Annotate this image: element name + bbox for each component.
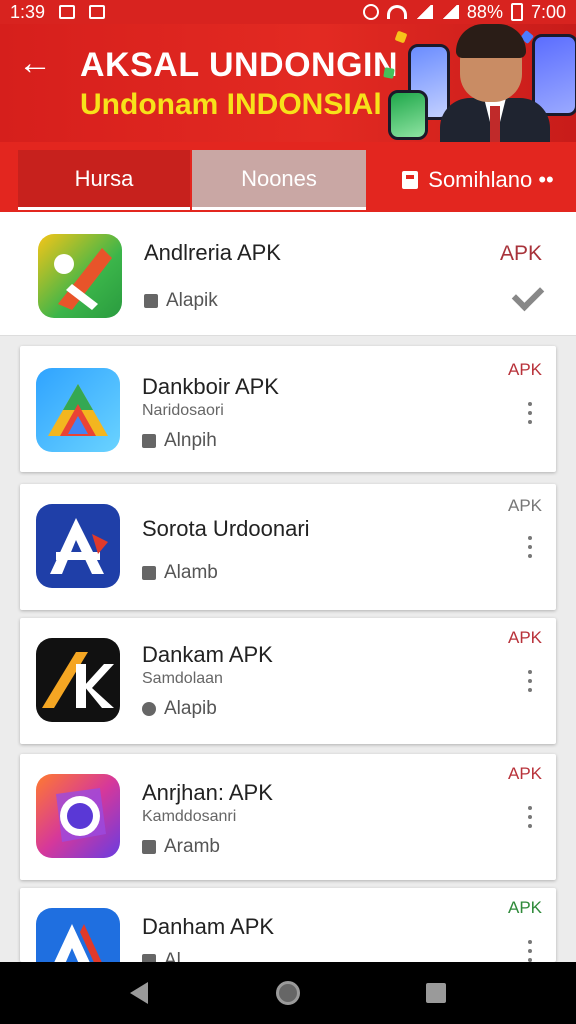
app-name: Sorota Urdoonari [142, 516, 310, 541]
wifi-icon [386, 5, 407, 19]
person-hair [456, 24, 526, 58]
developer-icon [144, 294, 158, 308]
apk-badge: APK [508, 496, 543, 515]
message-notification-icon [89, 5, 106, 19]
apk-badge: APK [500, 242, 543, 265]
tab-noones[interactable]: Noones [192, 150, 366, 210]
folder-icon [142, 840, 156, 854]
app-meta: Alnpih [142, 430, 217, 452]
developer-icon [142, 702, 156, 716]
tab-label: Noones [241, 165, 317, 191]
app-name: Dankam APK [142, 642, 273, 667]
more-options-icon[interactable] [527, 670, 533, 692]
status-clock-right: 7:00 [530, 1, 566, 22]
app-meta-label: Alamb [164, 562, 218, 583]
more-options-icon[interactable] [527, 536, 533, 558]
app-icon [36, 774, 120, 858]
tab-label: Hursa [74, 165, 134, 191]
app-meta-label: Alapib [164, 698, 217, 719]
apk-badge: APK [508, 628, 543, 647]
battery-percent: 88% [466, 1, 503, 22]
app-meta-label: Alapik [166, 290, 218, 311]
more-options-icon[interactable] [527, 940, 533, 962]
app-list-item[interactable]: Andlreria APK Alapik APK [0, 212, 576, 336]
nav-back-icon[interactable] [130, 982, 148, 1004]
signal-icon-2 [440, 5, 459, 19]
app-meta-label: Al [164, 950, 181, 962]
phone-illustration [388, 90, 428, 140]
confetti-icon [383, 67, 395, 79]
confetti-icon [394, 30, 408, 44]
signal-icon [414, 5, 433, 19]
more-options-icon[interactable] [527, 806, 533, 828]
app-subtitle: Samdolaan [142, 670, 223, 687]
gallery-notification-icon [59, 5, 76, 19]
app-meta: Alamb [142, 562, 218, 584]
app-list-item[interactable]: Dankboir APK Naridosaori Alnpih APK [20, 346, 556, 472]
app-meta: Aramb [142, 836, 220, 858]
app-list-item[interactable]: Anrjhan: APK Kamddosanri Aramb APK [20, 754, 556, 880]
app-meta-label: Aramb [164, 836, 220, 857]
header-banner: ← AKSAL UNDONGIN Undonam INDONSIAl [0, 24, 576, 142]
developer-icon [142, 954, 156, 962]
apk-badge: APK [508, 898, 543, 917]
tab-bar: Hursa Noones Somihlano •• [0, 142, 576, 212]
status-time: 1:39 [10, 1, 46, 22]
app-icon [36, 638, 120, 722]
app-name: Andlreria APK [144, 240, 281, 265]
app-meta: Alapik [144, 290, 218, 312]
system-nav-bar [0, 962, 576, 1024]
back-arrow-icon[interactable]: ← [18, 46, 52, 82]
app-icon [36, 368, 120, 452]
app-subtitle: Kamddosanri [142, 808, 237, 825]
app-list-item[interactable]: Dankam APK Samdolaan Alapib APK [20, 618, 556, 744]
app-meta: Alapib [142, 698, 217, 720]
tab-label: Somihlano •• [428, 167, 554, 192]
app-meta-label: Alnpih [164, 430, 217, 451]
app-name: Danham APK [142, 914, 275, 939]
app-icon [36, 504, 120, 588]
nav-home-icon[interactable] [276, 981, 300, 1005]
more-options-icon[interactable] [527, 402, 533, 424]
app-meta: Al [142, 950, 181, 962]
app-name: Anrjhan: APK [142, 780, 273, 805]
installed-check-icon[interactable] [511, 278, 545, 312]
tab-somihlano[interactable]: Somihlano •• [380, 150, 576, 210]
lock-icon [142, 566, 156, 580]
app-name: Dankboir APK [142, 374, 279, 399]
apk-badge: APK [508, 360, 543, 379]
shopping-bag-icon [402, 171, 419, 189]
tab-hursa[interactable]: Hursa [18, 150, 190, 210]
folder-icon [142, 434, 156, 448]
status-bar: 1:39 88% 7:00 [0, 0, 576, 24]
app-subtitle: Naridosaori [142, 402, 224, 419]
apk-badge: APK [508, 764, 543, 783]
alarm-icon [362, 4, 379, 20]
person-tie [490, 106, 500, 142]
page-title: AKSAL UNDONGIN [80, 46, 399, 84]
battery-icon [510, 3, 523, 21]
app-list-item[interactable]: Sorota Urdoonari Alamb APK [20, 484, 556, 610]
nav-recents-icon[interactable] [426, 983, 446, 1003]
app-icon [38, 234, 122, 318]
app-list-item[interactable]: Danham APK Al APK [20, 888, 556, 962]
app-icon [36, 908, 120, 962]
page-subtitle: Undonam INDONSIAl [80, 88, 382, 121]
